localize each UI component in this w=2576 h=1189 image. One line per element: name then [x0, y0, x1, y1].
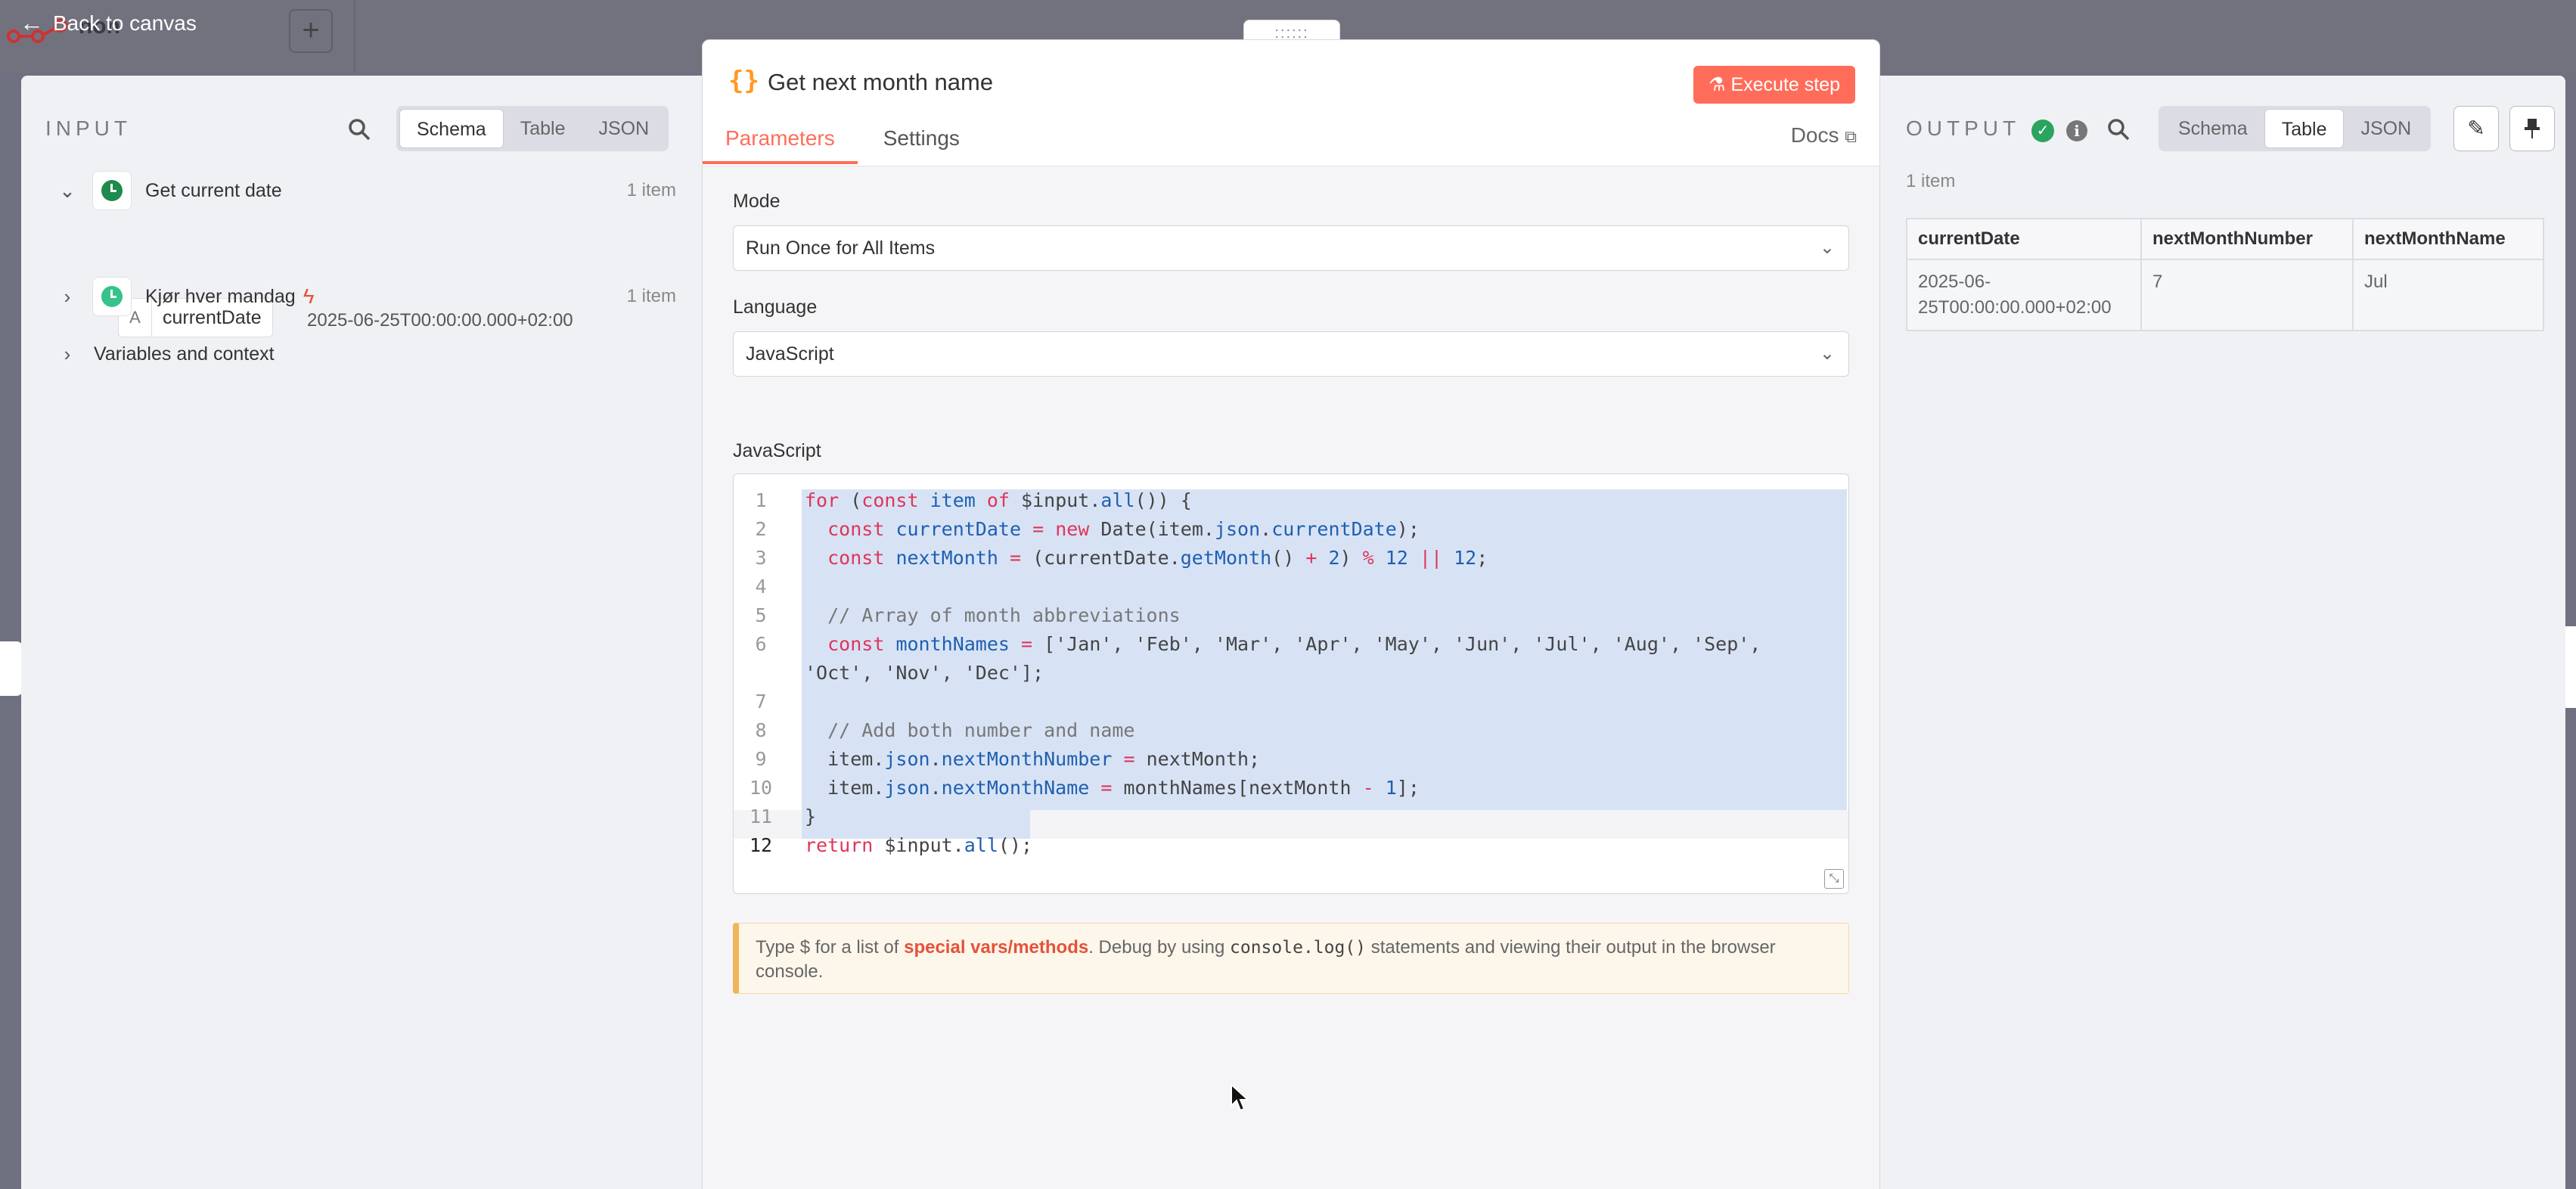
cell-next-month-number: 7: [2140, 259, 2354, 331]
pencil-icon: ✎: [2467, 116, 2485, 140]
clock-icon: [92, 277, 132, 316]
code-line: 7: [755, 691, 767, 712]
node-item-count: 1 item: [626, 180, 676, 200]
code-line: 2 const currentDate = new Date(item.json…: [755, 518, 1420, 540]
column-header: nextMonthName: [2352, 218, 2544, 260]
code-line: 12 return $input.all();: [749, 834, 1033, 856]
mouse-pointer-icon: [1231, 1083, 1250, 1112]
code-line: 4: [755, 576, 767, 598]
external-link-icon: ⧉: [1845, 127, 1857, 146]
code-line: 11}: [749, 806, 817, 827]
expand-editor-icon[interactable]: ⤡: [1824, 869, 1844, 889]
code-line: 6 const monthNames = ['Jan', 'Feb', 'Mar…: [755, 633, 1761, 655]
language-value: JavaScript: [746, 343, 834, 365]
back-to-canvas-label: Back to canvas: [53, 11, 197, 35]
code-line: 'Oct', 'Nov', 'Dec'];: [805, 662, 1044, 684]
lightning-icon: ϟ: [303, 284, 315, 308]
node-name: Get current date: [145, 179, 282, 201]
mode-value: Run Once for All Items: [746, 237, 936, 259]
pin-data-button[interactable]: [2509, 106, 2555, 151]
language-label: Language: [733, 296, 818, 318]
mode-label: Mode: [733, 191, 781, 212]
chevron-down-icon: ⌄: [1819, 343, 1835, 364]
docs-label: Docs: [1790, 123, 1839, 147]
info-icon[interactable]: i: [2066, 120, 2087, 141]
modal-tabs: Parameters Settings: [703, 123, 960, 164]
input-view-toggle: Schema Table JSON: [396, 106, 669, 151]
code-label: JavaScript: [733, 440, 821, 461]
input-view-schema[interactable]: Schema: [399, 109, 504, 148]
cell-current-date: 2025-06- 25T00:00:00.000+02:00: [1906, 259, 2142, 331]
add-node-button[interactable]: +: [289, 9, 333, 53]
input-node-get-current-date[interactable]: ⌄ Get current date 1 item: [56, 168, 702, 213]
canvas-node-edge: [0, 641, 23, 696]
back-to-canvas-link[interactable]: ← Back to canvas: [20, 9, 197, 37]
mode-select[interactable]: Run Once for All Items ⌄: [733, 225, 1849, 271]
flask-icon: ⚗: [1709, 74, 1726, 95]
output-view-table[interactable]: Table: [2264, 109, 2345, 148]
output-table-header: currentDate nextMonthNumber nextMonthNam…: [1906, 218, 2544, 260]
braces-icon: {}: [728, 66, 759, 96]
clock-icon: [92, 171, 132, 210]
code-line: 8 // Add both number and name: [755, 719, 1135, 741]
output-title: OUTPUT: [1906, 116, 2021, 140]
code-line: 5 // Array of month abbreviations: [755, 604, 1181, 626]
code-editor[interactable]: 1 for (const item of $input.all()) { 2 co…: [733, 473, 1849, 894]
cell-next-month-name: Jul: [2352, 259, 2544, 331]
output-view-toggle: Schema Table JSON: [2159, 106, 2432, 151]
output-item-count: 1 item: [1906, 171, 1956, 191]
input-title: INPUT: [45, 116, 132, 140]
variables-and-context[interactable]: › Variables and context: [56, 331, 702, 377]
code-line: 10 item.json.nextMonthName = monthNames[…: [749, 777, 1420, 799]
column-header: currentDate: [1906, 218, 2142, 260]
chevron-down-icon: ⌄: [1819, 237, 1835, 258]
edit-output-button[interactable]: ✎: [2453, 106, 2499, 151]
check-circle-icon: ✓: [2031, 120, 2054, 142]
variables-label: Variables and context: [94, 343, 275, 365]
node-title[interactable]: Get next month name: [768, 69, 993, 96]
table-row: 2025-06- 25T00:00:00.000+02:00 7 Jul: [1906, 259, 2544, 331]
code-hint-notice: Type $ for a list of special vars/method…: [733, 923, 1849, 994]
code-line: 9 item.json.nextMonthNumber = nextMonth;: [755, 748, 1261, 770]
node-item-count: 1 item: [626, 286, 676, 306]
code-line: 3 const nextMonth = (currentDate.getMont…: [755, 547, 1488, 569]
docs-link[interactable]: Docs ⧉: [1791, 123, 1857, 147]
special-vars-link[interactable]: special vars/methods: [904, 937, 1088, 958]
pin-icon: [2525, 119, 2540, 138]
tab-settings[interactable]: Settings: [883, 123, 960, 164]
output-panel-header: OUTPUT ✓ i Schema Table JSON ✎: [1880, 106, 2565, 154]
chevron-right-icon[interactable]: ›: [56, 285, 79, 309]
output-view-schema[interactable]: Schema: [2162, 109, 2264, 148]
language-select[interactable]: JavaScript ⌄: [733, 331, 1849, 377]
input-panel-header: INPUT Schema Table JSON: [21, 106, 702, 154]
input-node-kjor-hver-mandag[interactable]: › Kjør hver mandag ϟ 1 item: [56, 274, 702, 319]
chevron-right-icon[interactable]: ›: [56, 343, 79, 366]
execute-step-label: Execute step: [1730, 74, 1840, 95]
node-details-modal: {} Get next month name ⚗ Execute step Pa…: [702, 39, 1880, 1189]
search-icon[interactable]: [346, 116, 372, 142]
input-panel: INPUT Schema Table JSON ⌄ Get current da…: [21, 76, 702, 1189]
search-icon[interactable]: [2106, 116, 2131, 142]
arrow-left-icon: ←: [20, 9, 44, 36]
column-header: nextMonthNumber: [2140, 218, 2354, 260]
code-line: 1 for (const item of $input.all()) {: [755, 489, 1192, 511]
tab-parameters[interactable]: Parameters: [703, 123, 858, 164]
modal-header: {} Get next month name ⚗ Execute step Pa…: [703, 40, 1879, 164]
chevron-down-icon[interactable]: ⌄: [56, 179, 79, 203]
execute-step-button[interactable]: ⚗ Execute step: [1693, 66, 1855, 104]
parameters-body: Mode Run Once for All Items ⌄ Language J…: [703, 166, 1879, 1189]
node-name: Kjør hver mandag: [145, 285, 296, 307]
output-table: currentDate nextMonthNumber nextMonthNam…: [1906, 218, 2544, 331]
input-view-table[interactable]: Table: [504, 109, 582, 148]
input-view-json[interactable]: JSON: [582, 109, 666, 148]
output-panel: OUTPUT ✓ i Schema Table JSON ✎ 1 item cu…: [1880, 76, 2565, 1189]
header-divider: [354, 0, 355, 73]
output-view-json[interactable]: JSON: [2344, 109, 2428, 148]
